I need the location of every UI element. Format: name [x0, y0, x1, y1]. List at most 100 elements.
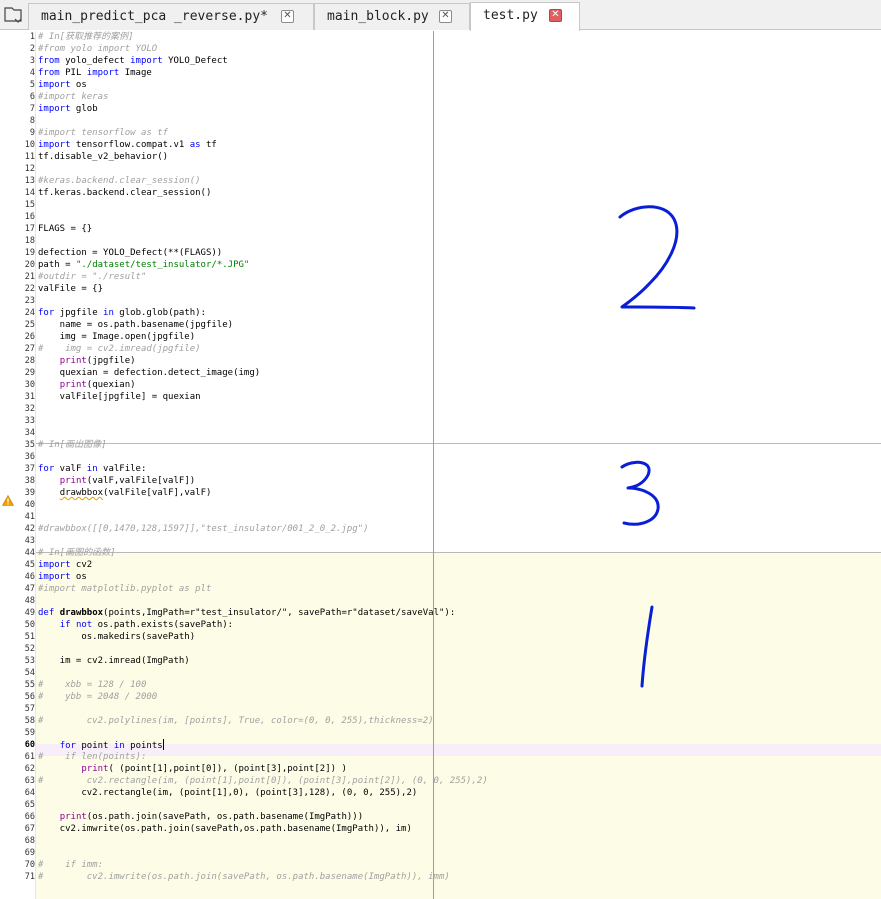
tab-close-icon[interactable]: ✕: [549, 9, 562, 22]
tab-close-icon[interactable]: ✕: [439, 10, 452, 23]
code-line[interactable]: print( (point[1],point[0]), (point[3],po…: [38, 763, 347, 775]
code-line[interactable]: # In[获取推荐的案例]: [38, 31, 134, 43]
line-number: 6: [29, 92, 35, 102]
code-line[interactable]: # xbb = 128 / 100: [38, 679, 146, 691]
line-number: 54: [24, 668, 35, 678]
line-number: 70: [24, 860, 35, 870]
line-number: 53: [24, 656, 35, 666]
line-number: 7: [29, 104, 35, 114]
code-line[interactable]: import cv2: [38, 559, 92, 571]
code-line[interactable]: import tensorflow.compat.v1 as tf: [38, 139, 217, 151]
line-number: 8: [29, 116, 35, 126]
line-number: 29: [24, 368, 35, 378]
code-line[interactable]: valFile[jpgfile] = quexian: [38, 391, 201, 403]
code-line[interactable]: os.makedirs(savePath): [38, 631, 195, 643]
code-line[interactable]: # In[画出图像]: [38, 439, 107, 451]
line-number: 45: [24, 560, 35, 570]
code-line[interactable]: #keras.backend.clear_session(): [38, 175, 201, 187]
code-line[interactable]: print(quexian): [38, 379, 136, 391]
code-line[interactable]: valFile = {}: [38, 283, 103, 295]
code-line[interactable]: from yolo_defect import YOLO_Defect: [38, 55, 228, 67]
handwritten-annotation-2: [618, 205, 696, 310]
tab-main-predict-pca-reverse[interactable]: main_predict_pca _reverse.py* ✕: [28, 3, 314, 30]
line-number: 48: [24, 596, 35, 606]
code-line[interactable]: img = Image.open(jpgfile): [38, 331, 195, 343]
code-line[interactable]: quexian = defection.detect_image(img): [38, 367, 261, 379]
line-number: 63: [24, 776, 35, 786]
code-line[interactable]: FLAGS = {}: [38, 223, 92, 235]
code-editor[interactable]: 1 2 3 4 5 6 7 8 9 10 11 12 13 14 15 16 17 18 19 20 21 22 23 24 2…: [0, 31, 881, 899]
line-number: 67: [24, 824, 35, 834]
code-line[interactable]: if not os.path.exists(savePath):: [38, 619, 233, 631]
code-line[interactable]: # img = cv2.imread(jpgfile): [38, 343, 201, 355]
code-line[interactable]: print(os.path.join(savePath, os.path.bas…: [38, 811, 363, 823]
code-line[interactable]: print(valF,valFile[valF]): [38, 475, 195, 487]
code-line[interactable]: tf.disable_v2_behavior(): [38, 151, 168, 163]
code-line[interactable]: #import matplotlib.pyplot as plt: [38, 583, 211, 595]
code-line[interactable]: #import keras: [38, 91, 108, 103]
line-number: 25: [24, 320, 35, 330]
code-line[interactable]: tf.keras.backend.clear_session(): [38, 187, 211, 199]
line-number: 36: [24, 452, 35, 462]
code-line[interactable]: name = os.path.basename(jpgfile): [38, 319, 233, 331]
line-number: 19: [24, 248, 35, 258]
code-area[interactable]: # In[获取推荐的案例] #from yolo import YOLO from …: [38, 31, 881, 899]
line-number-gutter: 1 2 3 4 5 6 7 8 9 10 11 12 13 14 15 16 17 18 19 20 21 22 23 24 2…: [0, 31, 36, 899]
code-line[interactable]: for valF in valFile:: [38, 463, 146, 475]
line-number: 61: [24, 752, 35, 762]
line-number: 10: [24, 140, 35, 150]
line-number: 68: [24, 836, 35, 846]
line-number: 62: [24, 764, 35, 774]
code-line[interactable]: # if len(points):: [38, 751, 146, 763]
code-line[interactable]: import glob: [38, 103, 98, 115]
code-line[interactable]: # cv2.imwrite(os.path.join(savePath, os.…: [38, 871, 450, 883]
line-number: 66: [24, 812, 35, 822]
code-line[interactable]: #import tensorflow as tf: [38, 127, 168, 139]
code-line[interactable]: drawbbox(valFile[valF],valF): [38, 487, 212, 499]
code-line[interactable]: import os: [38, 79, 87, 91]
code-line[interactable]: im = cv2.imread(ImgPath): [38, 655, 190, 667]
tab-main-block[interactable]: main_block.py ✕: [314, 3, 470, 30]
line-number: 47: [24, 584, 35, 594]
line-number: 65: [24, 800, 35, 810]
line-number: 3: [29, 56, 35, 66]
code-line[interactable]: #drawbbox([[0,1470,128,1597]],"test_insu…: [38, 523, 369, 535]
code-line[interactable]: # In[画图的函数]: [38, 547, 116, 559]
line-number: 64: [24, 788, 35, 798]
code-line[interactable]: #from yolo import YOLO: [38, 43, 157, 55]
code-line[interactable]: for point in points: [38, 739, 164, 751]
code-line[interactable]: from PIL import Image: [38, 67, 152, 79]
warning-icon[interactable]: [1, 491, 15, 506]
code-line[interactable]: cv2.imwrite(os.path.join(savePath,os.pat…: [38, 823, 412, 835]
code-line[interactable]: path = "./dataset/test_insulator/*.JPG": [38, 259, 249, 271]
tab-test-py[interactable]: test.py ✕: [470, 2, 580, 31]
code-line[interactable]: import os: [38, 571, 87, 583]
code-line[interactable]: # if imm:: [38, 859, 103, 871]
line-number: 57: [24, 704, 35, 714]
code-line[interactable]: # ybb = 2048 / 2000: [38, 691, 157, 703]
line-number: 15: [24, 200, 35, 210]
edge-line: [433, 31, 434, 899]
code-line[interactable]: # cv2.rectangle(im, (point[1],point[0]),…: [38, 775, 488, 787]
line-number: 20: [24, 260, 35, 270]
tab-bar: main_predict_pca _reverse.py* ✕ main_blo…: [0, 0, 881, 31]
code-line[interactable]: for jpgfile in glob.glob(path):: [38, 307, 206, 319]
line-number: 55: [24, 680, 35, 690]
code-line[interactable]: def drawbbox(points,ImgPath=r"test_insul…: [38, 607, 455, 619]
code-line[interactable]: print(jpgfile): [38, 355, 136, 367]
line-number: 26: [24, 332, 35, 342]
line-number: 24: [24, 308, 35, 318]
handwritten-annotation-3: [620, 460, 660, 526]
line-number: 49: [24, 608, 35, 618]
code-line[interactable]: defection = YOLO_Defect(**(FLAGS)): [38, 247, 222, 259]
tab-close-icon[interactable]: ✕: [281, 10, 294, 23]
tab-list-menu-icon[interactable]: [2, 5, 24, 25]
handwritten-annotation-1: [640, 605, 654, 688]
line-number: 9: [29, 128, 35, 138]
code-line[interactable]: #outdir = "./result": [38, 271, 146, 283]
code-line[interactable]: # cv2.polylines(im, [points], True, colo…: [38, 715, 434, 727]
line-number: 52: [24, 644, 35, 654]
code-line[interactable]: cv2.rectangle(im, (point[1],0), (point[3…: [38, 787, 417, 799]
line-number: 41: [24, 512, 35, 522]
line-number: 60: [24, 740, 35, 750]
